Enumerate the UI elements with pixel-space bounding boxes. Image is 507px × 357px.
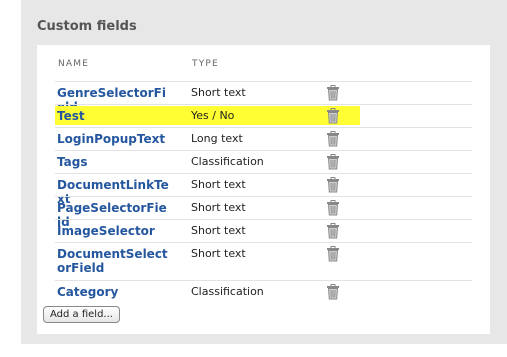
field-type: Short text: [191, 224, 246, 237]
column-header-name: NAME: [58, 59, 90, 69]
table-row: LoginPopupText Long text: [55, 127, 472, 151]
field-type: Classification: [191, 155, 264, 168]
field-name-link[interactable]: Tags: [57, 155, 169, 169]
trash-icon[interactable]: [326, 177, 340, 193]
table-row: GenreSelectorField Short text: [55, 81, 472, 114]
trash-icon[interactable]: [326, 131, 340, 147]
table-row: Tags Classification: [55, 150, 472, 174]
trash-icon[interactable]: [326, 246, 340, 262]
table-row: PageSelectorField Short text: [55, 196, 472, 229]
field-name-link[interactable]: Test: [57, 109, 169, 123]
field-type: Long text: [191, 132, 243, 145]
trash-icon[interactable]: [326, 284, 340, 300]
field-type: Short text: [191, 178, 246, 191]
field-type: Short text: [191, 201, 246, 214]
panel-title: Custom fields: [37, 19, 137, 34]
table-row: DocumentLinkText Short text: [55, 173, 472, 206]
trash-icon[interactable]: [326, 85, 340, 101]
field-type: Yes / No: [191, 109, 235, 122]
field-name-link[interactable]: ImageSelector: [57, 224, 169, 238]
trash-icon[interactable]: [326, 223, 340, 239]
field-type: Classification: [191, 285, 264, 298]
table-row: Test Yes / No: [55, 104, 472, 128]
table-row: ImageSelector Short text: [55, 219, 472, 243]
custom-fields-card: NAME TYPE GenreSelectorField Short text …: [37, 45, 490, 334]
trash-icon[interactable]: [326, 154, 340, 170]
custom-fields-panel: Custom fields NAME TYPE GenreSelectorFie…: [21, 0, 507, 344]
field-name-link[interactable]: DocumentSelectorField: [57, 247, 169, 275]
field-name-link[interactable]: Category: [57, 285, 169, 299]
table-row: Category Classification: [55, 280, 472, 304]
column-header-type: TYPE: [192, 59, 219, 69]
add-field-button[interactable]: Add a field...: [43, 306, 120, 323]
trash-icon[interactable]: [326, 108, 340, 124]
field-type: Short text: [191, 86, 246, 99]
field-type: Short text: [191, 247, 246, 260]
trash-icon[interactable]: [326, 200, 340, 216]
table-row: DocumentSelectorField Short text: [55, 242, 472, 281]
field-name-link[interactable]: LoginPopupText: [57, 132, 169, 146]
